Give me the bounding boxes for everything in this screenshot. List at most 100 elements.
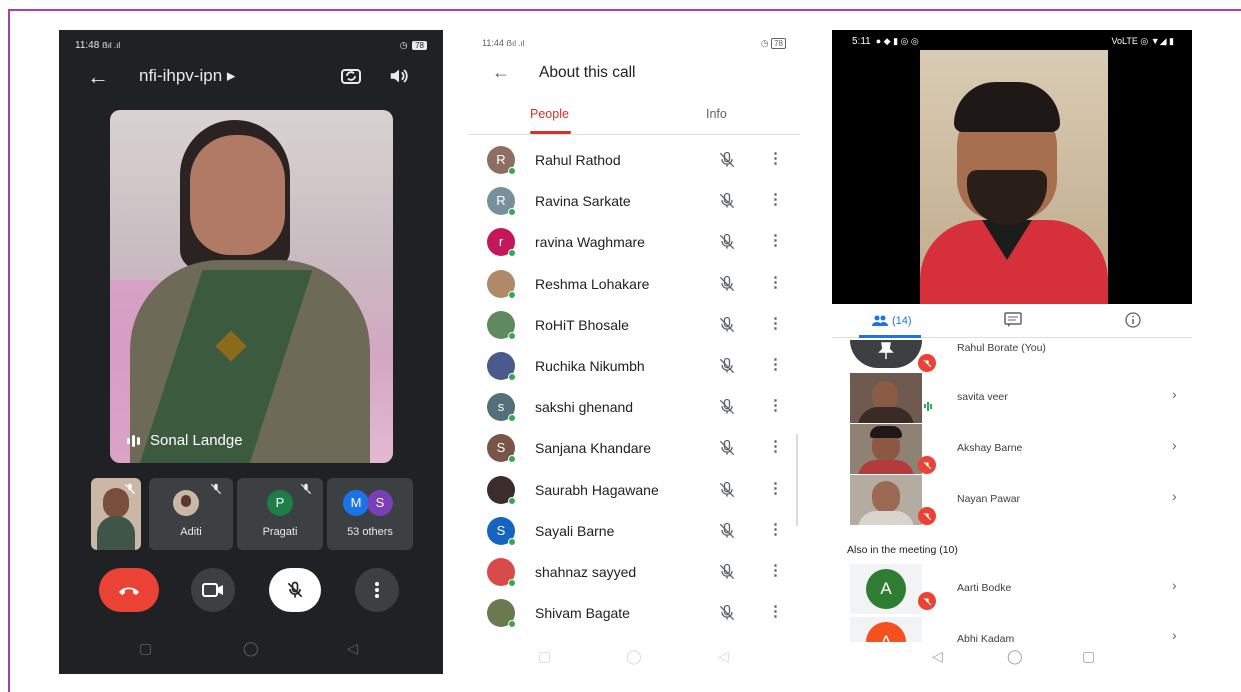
more-options-button[interactable] xyxy=(355,568,399,612)
more-vert-icon[interactable]: ⋮ xyxy=(768,190,783,208)
video-camera-icon xyxy=(202,583,223,597)
mic-toggle-button[interactable] xyxy=(269,568,321,612)
mic-off-icon xyxy=(719,193,735,209)
participant-row-self[interactable]: Rahul Borate (You) xyxy=(832,340,1192,372)
tile-pragati[interactable]: P Pragati xyxy=(237,478,323,550)
mic-off-icon xyxy=(719,234,735,250)
self-view-tile[interactable] xyxy=(91,478,141,550)
participant-row[interactable]: Shivam Bagate ⋮ xyxy=(468,596,800,637)
participant-row[interactable]: s sakshi ghenand ⋮ xyxy=(468,390,800,431)
participant-name: Rahul Rathod xyxy=(535,152,621,168)
back-arrow-icon[interactable]: ← xyxy=(492,62,510,83)
chevron-right-icon[interactable]: › xyxy=(1172,577,1177,593)
participant-name: Abhi Kadam xyxy=(957,633,1015,642)
participant-row[interactable]: S Sayali Barne ⋮ xyxy=(468,514,800,555)
participant-row[interactable]: Akshay Barne › xyxy=(832,424,1192,474)
pin-icon xyxy=(878,342,894,359)
more-vert-icon[interactable]: ⋮ xyxy=(768,273,783,291)
more-vert-icon[interactable]: ⋮ xyxy=(768,314,783,332)
hang-up-button[interactable] xyxy=(99,568,159,612)
phone-hangup-icon xyxy=(119,587,139,595)
more-vert-icon[interactable]: ⋮ xyxy=(768,231,783,249)
switch-camera-icon[interactable] xyxy=(339,64,363,88)
recents-icon[interactable]: ▢ xyxy=(1082,648,1095,665)
online-status-dot xyxy=(508,496,516,505)
call-controls xyxy=(59,568,443,612)
android-nav-bar: ▢ ◯ ◁ xyxy=(468,648,800,668)
camera-toggle-button[interactable] xyxy=(191,568,235,612)
participant-row[interactable]: savita veer › xyxy=(832,373,1192,423)
more-vert-icon[interactable]: ⋮ xyxy=(768,396,783,414)
more-vert-icon[interactable]: ⋮ xyxy=(768,520,783,538)
chevron-right-icon[interactable]: › xyxy=(1172,488,1177,504)
participant-row[interactable]: shahnaz sayyed ⋮ xyxy=(468,555,800,596)
participant-row[interactable]: Reshma Lohakare ⋮ xyxy=(468,267,800,308)
video-thumbnail xyxy=(850,373,922,423)
online-status-dot xyxy=(508,455,516,464)
participant-row[interactable]: r ravina Waghmare ⋮ xyxy=(468,225,800,266)
more-vert-icon xyxy=(375,582,379,598)
home-icon[interactable]: ◯ xyxy=(1007,648,1023,665)
mic-off-icon xyxy=(918,354,936,372)
participant-row[interactable]: A Aarti Bodke › xyxy=(832,564,1192,614)
speaker-icon[interactable] xyxy=(387,65,411,87)
tab-info[interactable]: Info xyxy=(706,107,727,121)
info-icon[interactable] xyxy=(1125,312,1141,328)
avatar xyxy=(173,490,199,516)
home-icon[interactable]: ◯ xyxy=(626,648,642,665)
participant-row[interactable]: Nayan Pawar › xyxy=(832,475,1192,525)
more-vert-icon[interactable]: ⋮ xyxy=(768,149,783,167)
back-nav-icon[interactable]: ◁ xyxy=(347,640,358,657)
meeting-code-title[interactable]: nfi-ihpv-ipn ▸ xyxy=(139,66,235,86)
recents-icon[interactable]: ▢ xyxy=(139,640,152,657)
chevron-right-icon[interactable]: › xyxy=(1172,386,1177,402)
mic-off-icon xyxy=(719,481,735,497)
participant-row[interactable]: Saurabh Hagawane ⋮ xyxy=(468,473,800,514)
chevron-right-icon[interactable]: › xyxy=(1172,437,1177,453)
chat-icon[interactable] xyxy=(1004,312,1022,328)
online-status-dot xyxy=(508,537,516,546)
participant-row[interactable]: RoHiT Bhosale ⋮ xyxy=(468,308,800,349)
meet-call-screen: 11:48 ẞıl .ıl ◷ 78 ← nfi-ihpv-ipn ▸ Sona… xyxy=(59,30,443,674)
participant-row[interactable]: R Ravina Sarkate ⋮ xyxy=(468,184,800,225)
home-icon[interactable]: ◯ xyxy=(243,640,259,657)
participant-row[interactable]: R Rahul Rathod ⋮ xyxy=(468,143,800,184)
more-vert-icon[interactable]: ⋮ xyxy=(768,355,783,373)
tab-people[interactable]: (14) xyxy=(872,315,912,327)
mic-off-icon xyxy=(719,316,735,332)
more-vert-icon[interactable]: ⋮ xyxy=(768,602,783,620)
video-thumbnail xyxy=(850,424,922,474)
status-battery: ◷ 78 xyxy=(400,40,427,51)
pinned-video xyxy=(832,30,1192,304)
recents-icon[interactable]: ▢ xyxy=(538,648,551,665)
participant-row[interactable]: S Sanjana Khandare ⋮ xyxy=(468,431,800,472)
main-speaker-video xyxy=(110,110,393,463)
participant-name: sakshi ghenand xyxy=(535,399,634,416)
back-arrow-icon[interactable]: ← xyxy=(87,64,109,90)
more-vert-icon[interactable]: ⋮ xyxy=(768,437,783,455)
tab-people[interactable]: People xyxy=(530,107,569,121)
avatar-tile: A xyxy=(850,617,922,642)
tile-aditi[interactable]: Aditi xyxy=(149,478,233,550)
android-nav-bar: ▢ ◯ ◁ xyxy=(59,640,443,660)
participants-screen: 5:11 ● ◆ ▮ ◎ ◎ VoLTE ◎ ▼◢ ▮ (14) Rahul B… xyxy=(832,30,1192,642)
scrollbar[interactable] xyxy=(796,434,798,526)
more-vert-icon[interactable]: ⋮ xyxy=(768,561,783,579)
avatar: P xyxy=(267,490,293,516)
people-icon xyxy=(872,315,888,326)
back-nav-icon[interactable]: ◁ xyxy=(932,648,943,665)
avatar xyxy=(850,340,922,368)
online-status-dot xyxy=(508,579,516,587)
more-vert-icon[interactable]: ⋮ xyxy=(768,479,783,497)
participant-row[interactable]: A Abhi Kadam › xyxy=(832,617,1192,642)
mic-off-icon xyxy=(287,581,303,598)
tile-others[interactable]: M S 53 others xyxy=(327,478,413,550)
mic-off-icon xyxy=(918,507,936,525)
online-status-dot xyxy=(508,208,516,217)
back-nav-icon[interactable]: ◁ xyxy=(718,648,729,665)
chevron-right-icon[interactable]: › xyxy=(1172,627,1177,642)
audio-level-icon xyxy=(127,434,140,447)
mic-off-icon xyxy=(124,483,136,495)
online-status-dot xyxy=(508,373,516,381)
participant-row[interactable]: Ruchika Nikumbh ⋮ xyxy=(468,349,800,390)
